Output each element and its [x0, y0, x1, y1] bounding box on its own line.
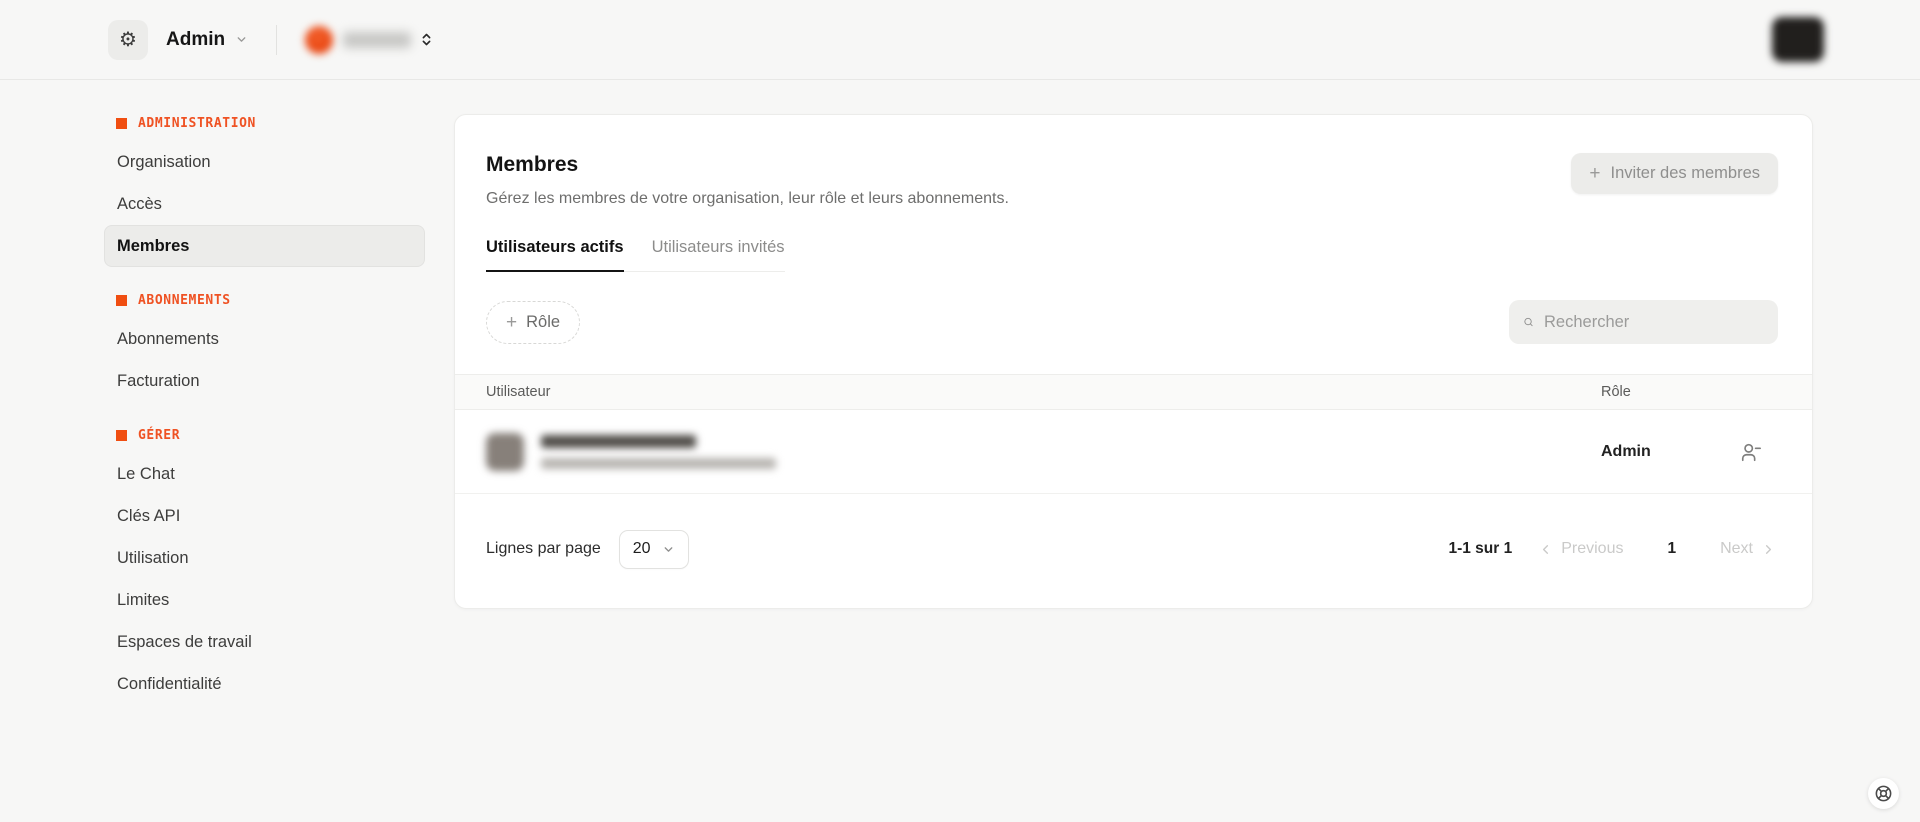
- members-card: Membres Gérez les membres de votre organ…: [454, 114, 1813, 609]
- chevron-down-icon: [237, 37, 246, 42]
- range-label: 1-1 sur 1: [1448, 540, 1513, 557]
- role-filter-label: Rôle: [526, 312, 561, 331]
- chevrons-up-down-icon: [422, 33, 431, 46]
- tab-utilisateurs-invites[interactable]: Utilisateurs invités: [652, 238, 785, 271]
- sidebar-item-confidentialite[interactable]: Confidentialité: [104, 663, 425, 705]
- section-square-icon: [116, 430, 127, 441]
- search-input[interactable]: [1544, 312, 1764, 332]
- admin-label: Admin: [166, 28, 226, 50]
- chevron-right-icon: [1765, 544, 1772, 554]
- search-icon: [1524, 317, 1533, 327]
- section-title: ADMINISTRATION: [138, 116, 256, 131]
- table-header-row: Utilisateur Rôle: [455, 374, 1812, 410]
- next-label: Next: [1720, 540, 1753, 557]
- rows-per-page-value: 20: [632, 540, 651, 557]
- user-minus-icon: [1741, 443, 1761, 461]
- sidebar-item-membres[interactable]: Membres: [104, 225, 425, 267]
- rows-per-page: Lignes par page 20: [486, 529, 689, 569]
- org-selector[interactable]: [305, 25, 434, 54]
- member-avatar-redacted: [486, 432, 524, 471]
- help-button[interactable]: [1868, 778, 1899, 809]
- remove-member-button[interactable]: [1724, 441, 1778, 463]
- previous-button[interactable]: Previous: [1538, 540, 1623, 558]
- sidebar-item-utilisation[interactable]: Utilisation: [104, 537, 425, 579]
- invite-members-label: Inviter des membres: [1610, 164, 1760, 182]
- settings-button[interactable]: ⚙: [108, 19, 148, 60]
- sidebar: ADMINISTRATION Organisation Accès Membre…: [104, 80, 425, 705]
- sidebar-item-organisation[interactable]: Organisation: [104, 141, 425, 183]
- sidebar-item-acces[interactable]: Accès: [104, 183, 425, 225]
- plus-icon: +: [506, 311, 518, 333]
- chevron-left-icon: [1543, 544, 1549, 554]
- sidebar-item-abonnements[interactable]: Abonnements: [104, 318, 425, 360]
- sidebar-item-limites[interactable]: Limites: [104, 579, 425, 621]
- lifebuoy-icon: [1875, 785, 1892, 802]
- table-toolbar: + Rôle: [486, 300, 1778, 344]
- sidebar-section-abonnements: ABONNEMENTS: [104, 283, 425, 318]
- pagination-bar: Lignes par page 20 1-1 sur 1 Previous 1 …: [455, 494, 1812, 608]
- admin-menu[interactable]: Admin: [166, 29, 248, 51]
- section-square-icon: [116, 118, 127, 129]
- sidebar-item-cles-api[interactable]: Clés API: [104, 495, 425, 537]
- column-role: Rôle: [1601, 384, 1631, 400]
- card-header: Membres Gérez les membres de votre organ…: [455, 115, 1812, 208]
- previous-label: Previous: [1561, 540, 1624, 557]
- table-row: Admin: [455, 410, 1812, 494]
- plus-icon: +: [1589, 163, 1601, 184]
- page-title: Membres: [486, 153, 579, 176]
- invite-members-button[interactable]: + Inviter des membres: [1571, 153, 1778, 194]
- role-filter-button[interactable]: + Rôle: [486, 300, 581, 344]
- rows-per-page-select[interactable]: 20: [618, 529, 689, 569]
- org-logo-redacted: [305, 25, 334, 54]
- tab-utilisateurs-actifs[interactable]: Utilisateurs actifs: [486, 238, 624, 272]
- user-avatar-redacted[interactable]: [1772, 17, 1824, 62]
- sidebar-section-administration: ADMINISTRATION: [104, 106, 425, 141]
- member-name-redacted: [541, 434, 696, 448]
- member-role: Admin: [1601, 442, 1651, 460]
- user-cell: [486, 432, 1601, 471]
- sidebar-item-facturation[interactable]: Facturation: [104, 360, 425, 402]
- next-button[interactable]: Next: [1720, 540, 1776, 558]
- sidebar-item-le-chat[interactable]: Le Chat: [104, 453, 425, 495]
- chevron-down-icon: [664, 546, 672, 552]
- member-identity: [541, 434, 776, 469]
- member-email-redacted: [541, 457, 776, 469]
- section-title: ABONNEMENTS: [138, 293, 231, 308]
- current-page-number: 1: [1667, 540, 1677, 557]
- section-square-icon: [116, 295, 127, 306]
- rows-per-page-label: Lignes par page: [486, 540, 601, 557]
- gear-icon: ⚙: [119, 29, 137, 51]
- column-utilisateur: Utilisateur: [486, 384, 551, 400]
- org-name-redacted: [343, 31, 412, 48]
- section-title: GÉRER: [138, 428, 181, 443]
- page-subtitle: Gérez les membres de votre organisation,…: [486, 190, 1009, 207]
- sidebar-item-espaces-de-travail[interactable]: Espaces de travail: [104, 621, 425, 663]
- sidebar-section-gerer: GÉRER: [104, 418, 425, 453]
- header-divider: [276, 24, 278, 55]
- top-header: ⚙ Admin: [0, 0, 1920, 80]
- user-tabs: Utilisateurs actifs Utilisateurs invités: [486, 238, 785, 272]
- pager: 1-1 sur 1 Previous 1 Next: [1448, 540, 1776, 558]
- search-box: [1509, 300, 1778, 344]
